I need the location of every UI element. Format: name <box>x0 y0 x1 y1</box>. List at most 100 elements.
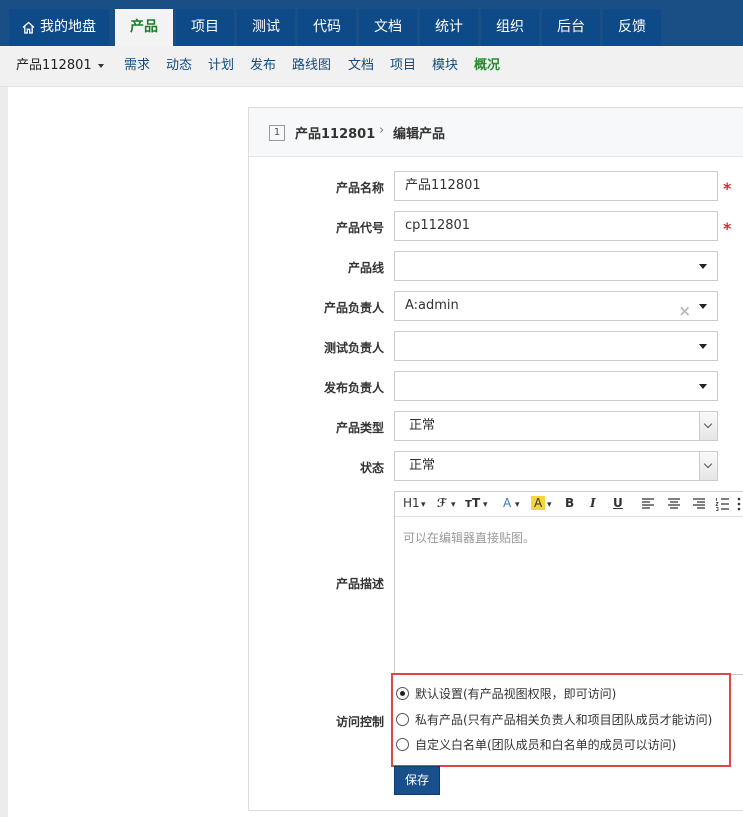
desc-label: 产品描述 <box>335 577 384 591</box>
code-label: 产品代号 <box>335 221 384 235</box>
acl-option-whitelist[interactable]: 自定义白名单(团队成员和白名单的成员可以访问) <box>396 735 676 755</box>
breadcrumb-product[interactable]: 产品112801 <box>295 123 375 142</box>
status-select[interactable]: 正常 <box>394 451 718 481</box>
product-owner-select[interactable]: A:admin × <box>394 291 718 321</box>
background-color-button[interactable]: A <box>531 496 546 510</box>
caret-down-icon: ▾ <box>515 500 520 510</box>
subnav-item-dynamic[interactable]: 动态 <box>166 46 192 87</box>
caret-down-icon <box>699 304 707 309</box>
subnav-item-project[interactable]: 项目 <box>390 46 416 87</box>
product-switcher[interactable]: 产品112801 <box>16 46 104 87</box>
tab-admin[interactable]: 后台 <box>542 9 600 46</box>
acl-option-label: 默认设置(有产品视图权限，即可访问) <box>415 687 617 701</box>
status-value: 正常 <box>409 458 436 473</box>
product-id-badge: 1 <box>269 125 285 141</box>
select-arrow-icon <box>699 412 717 440</box>
align-right-icon[interactable] <box>692 498 706 510</box>
product-type-value: 正常 <box>409 418 436 433</box>
editor-placeholder: 可以在编辑器直接贴图。 <box>403 531 536 545</box>
tab-label: 产品 <box>130 19 158 35</box>
caret-down-icon: ▾ <box>451 500 456 510</box>
status-label: 状态 <box>359 461 384 475</box>
tab-label: 项目 <box>191 19 219 35</box>
tab-label: 后台 <box>557 19 585 35</box>
tab-label: 我的地盘 <box>40 19 96 35</box>
bold-button[interactable]: B <box>565 496 574 510</box>
align-left-icon[interactable] <box>641 498 655 510</box>
tab-test[interactable]: 测试 <box>237 9 295 46</box>
panel-header: 1 产品112801 › 编辑产品 <box>249 108 743 157</box>
font-size-button[interactable]: тT <box>465 496 480 510</box>
chevron-right-icon: › <box>379 123 385 138</box>
tab-org[interactable]: 组织 <box>481 9 539 46</box>
page-title: 编辑产品 <box>393 127 446 142</box>
radio-unchecked-icon[interactable] <box>396 713 409 726</box>
tab-doc[interactable]: 文档 <box>359 9 417 46</box>
editor-toolbar: H1 ▾ ℱ ▾ тT ▾ A ▾ A ▾ B I U <box>395 492 743 517</box>
caret-down-icon <box>699 384 707 389</box>
acl-option-private[interactable]: 私有产品(只有产品相关负责人和项目团队成员才能访问) <box>396 710 712 730</box>
subnav-item-doc[interactable]: 文档 <box>348 46 374 87</box>
acl-option-label: 私有产品(只有产品相关负责人和项目团队成员才能访问) <box>415 713 713 727</box>
home-icon <box>22 21 35 34</box>
select-arrow-icon <box>699 452 717 480</box>
product-switcher-label: 产品112801 <box>16 58 92 73</box>
top-nav: 我的地盘 产品 项目 测试 代码 文档 统计 组织 后台 反馈 <box>0 0 743 46</box>
caret-down-icon: ▾ <box>421 500 426 510</box>
subnav-item-plan[interactable]: 计划 <box>208 46 234 87</box>
save-button[interactable]: 保存 <box>394 766 440 795</box>
radio-checked-icon[interactable] <box>396 687 409 700</box>
tab-project[interactable]: 项目 <box>176 9 234 46</box>
tab-code[interactable]: 代码 <box>298 9 356 46</box>
product-line-select[interactable] <box>394 251 718 281</box>
main-content: 1 产品112801 › 编辑产品 产品名称 产品112801 * 产品代号 c… <box>8 87 743 817</box>
underline-button[interactable]: U <box>613 496 623 510</box>
product-name-input[interactable]: 产品112801 <box>394 171 718 201</box>
subnav-item-story[interactable]: 需求 <box>124 46 150 87</box>
tab-label: 反馈 <box>618 19 646 35</box>
italic-button[interactable]: I <box>590 496 596 510</box>
tab-feedback[interactable]: 反馈 <box>603 9 661 46</box>
sub-nav: 产品112801 需求 动态 计划 发布 路线图 文档 项目 模块 概况 <box>0 46 743 87</box>
font-family-button[interactable]: ℱ <box>437 496 447 510</box>
caret-down-icon: ▾ <box>547 500 552 510</box>
tab-stats[interactable]: 统计 <box>420 9 478 46</box>
subnav-item-overview[interactable]: 概况 <box>474 46 500 87</box>
ordered-list-icon[interactable] <box>715 497 730 511</box>
tab-label: 统计 <box>435 19 463 35</box>
subnav-item-roadmap[interactable]: 路线图 <box>292 46 331 87</box>
product-code-input[interactable]: cp112801 <box>394 211 718 241</box>
subnav-item-module[interactable]: 模块 <box>432 46 458 87</box>
caret-down-icon: ▾ <box>483 500 488 510</box>
required-mark: * <box>723 219 732 238</box>
heading-button[interactable]: H1 <box>403 496 420 510</box>
more-icon[interactable] <box>737 497 741 511</box>
clear-icon[interactable]: × <box>678 297 691 325</box>
product-type-select[interactable]: 正常 <box>394 411 718 441</box>
subnav-item-release[interactable]: 发布 <box>250 46 276 87</box>
access-control-group: 默认设置(有产品视图权限，即可访问) 私有产品(只有产品相关负责人和项目团队成员… <box>391 673 731 767</box>
owner-label: 产品负责人 <box>323 301 384 315</box>
tab-label: 文档 <box>374 19 402 35</box>
caret-down-icon <box>97 63 104 68</box>
tab-label: 测试 <box>252 19 280 35</box>
text-color-button[interactable]: A <box>503 496 511 510</box>
caret-down-icon <box>699 264 707 269</box>
required-mark: * <box>723 179 732 198</box>
product-owner-value: A:admin <box>405 298 459 313</box>
align-center-icon[interactable] <box>667 498 681 510</box>
type-label: 产品类型 <box>335 421 384 435</box>
caret-down-icon <box>699 344 707 349</box>
qa-owner-select[interactable] <box>394 331 718 361</box>
release-label: 发布负责人 <box>323 381 384 395</box>
acl-option-label: 自定义白名单(团队成员和白名单的成员可以访问) <box>415 738 677 752</box>
name-label: 产品名称 <box>335 181 384 195</box>
tab-my[interactable]: 我的地盘 <box>9 9 109 46</box>
description-editor[interactable]: H1 ▾ ℱ ▾ тT ▾ A ▾ A ▾ B I U 可以在编辑器直接贴图。 <box>394 491 743 675</box>
release-owner-select[interactable] <box>394 371 718 401</box>
tab-label: 代码 <box>313 19 341 35</box>
qa-label: 测试负责人 <box>323 341 384 355</box>
acl-option-default[interactable]: 默认设置(有产品视图权限，即可访问) <box>396 684 616 704</box>
tab-product[interactable]: 产品 <box>115 9 173 46</box>
radio-unchecked-icon[interactable] <box>396 738 409 751</box>
